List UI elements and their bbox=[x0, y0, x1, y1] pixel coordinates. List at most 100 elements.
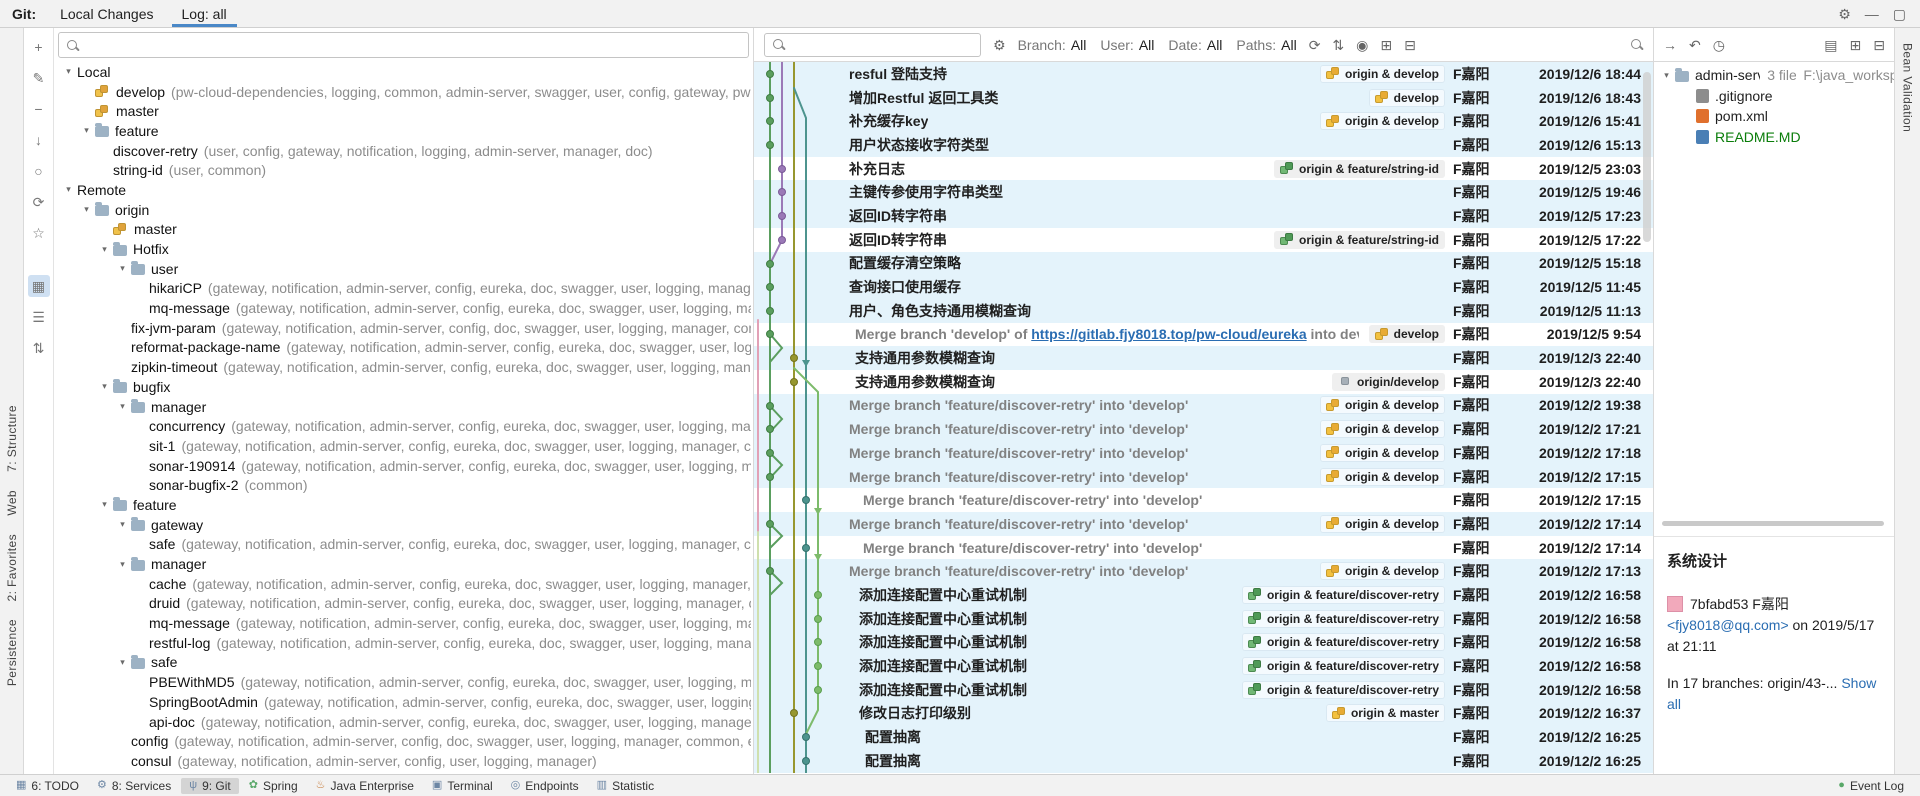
statusbar-item-9-git[interactable]: ψ9: Git bbox=[181, 778, 239, 794]
branch-row[interactable]: discover-retry(user, config, gateway, no… bbox=[54, 141, 753, 161]
expand-graph-icon[interactable]: ⊞ bbox=[1380, 38, 1392, 52]
changed-files-root-row[interactable]: ▾ admin-server 3 files F:\java_workspa..… bbox=[1654, 65, 1894, 86]
chevron-down-icon[interactable]: ▾ bbox=[114, 401, 131, 412]
branch-row[interactable]: string-id(user, common) bbox=[54, 160, 753, 180]
chevron-down-icon[interactable]: ▾ bbox=[114, 519, 131, 530]
chevron-down-icon[interactable]: ▾ bbox=[114, 263, 131, 274]
delete-icon[interactable]: − bbox=[28, 98, 50, 120]
commit-message-link[interactable]: https://gitlab.fjy8018.top/pw-cloud/eure… bbox=[1031, 326, 1306, 342]
scrollbar-thumb[interactable] bbox=[1643, 72, 1651, 242]
collapse-graph-icon[interactable]: ⊟ bbox=[1404, 38, 1416, 52]
commit-row[interactable]: 添加连接配置中心重试机制origin & feature/discover-re… bbox=[754, 631, 1653, 655]
branch-search-box[interactable] bbox=[58, 32, 749, 58]
branch-row[interactable]: restful-log(gateway, notification, admin… bbox=[54, 633, 753, 653]
chevron-down-icon[interactable]: ▾ bbox=[1658, 70, 1675, 81]
chevron-down-icon[interactable]: ▾ bbox=[96, 499, 113, 510]
chevron-down-icon[interactable]: ▾ bbox=[60, 184, 77, 195]
statusbar-item-terminal[interactable]: ▣Terminal bbox=[424, 778, 501, 794]
edit-icon[interactable]: ✎ bbox=[28, 67, 50, 89]
tool-window-button-persistence[interactable]: Persistence bbox=[5, 610, 19, 695]
checkout-icon[interactable]: ↓ bbox=[28, 129, 50, 151]
tool-window-button-2-favorites[interactable]: 2: Favorites bbox=[5, 525, 19, 611]
commit-row[interactable]: 补充日志origin & feature/string-idF嘉阳2019/12… bbox=[754, 157, 1653, 181]
branch-row[interactable]: ▾user bbox=[54, 259, 753, 279]
branch-row[interactable]: ▾manager bbox=[54, 554, 753, 574]
restore-icon[interactable]: ▢ bbox=[1893, 7, 1906, 21]
horizontal-scrollbar-thumb[interactable] bbox=[1662, 521, 1884, 526]
branch-row[interactable]: master bbox=[54, 101, 753, 121]
commit-row[interactable]: 补充缓存keyorigin & developF嘉阳2019/12/6 15:4… bbox=[754, 109, 1653, 133]
collapse-all-icon[interactable]: ⊟ bbox=[1873, 38, 1885, 52]
branch-row[interactable]: ▾gateway bbox=[54, 515, 753, 535]
commit-row[interactable]: 主键传参使用字符串类型F嘉阳2019/12/5 19:46 bbox=[754, 180, 1653, 204]
commit-row[interactable]: Merge branch 'feature/discover-retry' in… bbox=[754, 394, 1653, 418]
find-icon[interactable] bbox=[1630, 38, 1643, 51]
branch-row[interactable]: master bbox=[54, 220, 753, 240]
chevron-down-icon[interactable]: ▾ bbox=[78, 204, 95, 215]
expand-all-icon[interactable]: ⊞ bbox=[1850, 38, 1862, 52]
favorite-icon[interactable]: ☆ bbox=[28, 222, 50, 244]
commit-row[interactable]: Merge branch 'feature/discover-retry' in… bbox=[754, 512, 1653, 536]
branch-row[interactable]: mq-message(gateway, notification, admin-… bbox=[54, 298, 753, 318]
branch-row[interactable]: sonar-190914(gateway, notification, admi… bbox=[54, 456, 753, 476]
commit-row[interactable]: Merge branch 'develop' of https://gitlab… bbox=[754, 323, 1653, 347]
rollback-icon[interactable]: ↶ bbox=[1689, 38, 1701, 52]
branch-row[interactable]: ▾manager bbox=[54, 397, 753, 417]
commit-row[interactable]: 配置抽离F嘉阳2019/12/2 16:25 bbox=[754, 749, 1653, 773]
commit-row[interactable]: 用户状态接收字符类型F嘉阳2019/12/6 15:13 bbox=[754, 133, 1653, 157]
branch-row[interactable]: zipkin-timeout(gateway, notification, ad… bbox=[54, 357, 753, 377]
commit-author-email-link[interactable]: <fjy8018@qq.com> bbox=[1667, 617, 1789, 633]
commit-row[interactable]: 支持通用参数模糊查询F嘉阳2019/12/3 22:40 bbox=[754, 346, 1653, 370]
commit-row[interactable]: 添加连接配置中心重试机制origin & feature/discover-re… bbox=[754, 654, 1653, 678]
changed-file-row[interactable]: README.MD bbox=[1654, 127, 1894, 148]
branch-row[interactable]: mq-message(gateway, notification, admin-… bbox=[54, 613, 753, 633]
group-by-directory-icon[interactable]: ▦ bbox=[28, 275, 50, 297]
statusbar-item-8-services[interactable]: ⚙8: Services bbox=[89, 778, 179, 794]
commit-row[interactable]: 增加Restful 返回工具类developF嘉阳2019/12/6 18:43 bbox=[754, 86, 1653, 110]
commit-row[interactable]: 查询接口使用缓存F嘉阳2019/12/5 11:45 bbox=[754, 275, 1653, 299]
minimize-icon[interactable]: — bbox=[1865, 7, 1879, 21]
branch-row[interactable]: ▾origin bbox=[54, 200, 753, 220]
statusbar-item-java-enterprise[interactable]: ♨Java Enterprise bbox=[308, 778, 422, 794]
group-by-icon[interactable]: ▤ bbox=[1824, 38, 1837, 52]
commit-row[interactable]: Merge branch 'feature/discover-retry' in… bbox=[754, 559, 1653, 583]
refresh-icon[interactable]: ⟳ bbox=[28, 191, 50, 213]
search-icon[interactable]: ○ bbox=[28, 160, 50, 182]
filter-user[interactable]: User:All bbox=[1100, 37, 1154, 53]
branch-row[interactable]: ▾safe bbox=[54, 653, 753, 673]
settings-icon[interactable]: ⚙ bbox=[1838, 7, 1851, 21]
commit-row[interactable]: 配置缓存清空策略F嘉阳2019/12/5 15:18 bbox=[754, 252, 1653, 276]
branch-row[interactable]: PBEWithMD5(gateway, notification, admin-… bbox=[54, 672, 753, 692]
branch-row[interactable]: reformat-package-name(gateway, notificat… bbox=[54, 338, 753, 358]
commit-row[interactable]: 添加连接配置中心重试机制origin & feature/discover-re… bbox=[754, 607, 1653, 631]
commit-row[interactable]: 修改日志打印级别origin & masterF嘉阳2019/12/2 16:3… bbox=[754, 702, 1653, 726]
branch-row[interactable]: safe(gateway, notification, admin-server… bbox=[54, 535, 753, 555]
tool-window-button-bean-validation[interactable]: Bean Validation bbox=[1901, 34, 1915, 141]
chevron-down-icon[interactable]: ▾ bbox=[114, 657, 131, 668]
list-view-icon[interactable]: ☰ bbox=[28, 306, 50, 328]
commit-row[interactable]: 添加连接配置中心重试机制origin & feature/discover-re… bbox=[754, 678, 1653, 702]
long-edges-icon[interactable]: ◉ bbox=[1356, 38, 1368, 52]
commit-row[interactable]: resful 登陆支持origin & developF嘉阳2019/12/6 … bbox=[754, 62, 1653, 86]
branch-row[interactable]: sit-1(gateway, notification, admin-serve… bbox=[54, 436, 753, 456]
branch-row[interactable]: fix-jvm-param(gateway, notification, adm… bbox=[54, 318, 753, 338]
branch-row[interactable]: consul(gateway, notification, admin-serv… bbox=[54, 751, 753, 771]
filter-paths[interactable]: Paths:All bbox=[1236, 37, 1296, 53]
branch-row[interactable]: ▾bugfix bbox=[54, 377, 753, 397]
commit-row[interactable]: Merge branch 'feature/discover-retry' in… bbox=[754, 417, 1653, 441]
search-settings-icon[interactable]: ⚙ bbox=[993, 38, 1006, 52]
branch-row[interactable]: config(gateway, notification, admin-serv… bbox=[54, 731, 753, 751]
commit-row[interactable]: 用户、角色支持通用模糊查询F嘉阳2019/12/5 11:13 bbox=[754, 299, 1653, 323]
branch-row[interactable]: concurrency(gateway, notification, admin… bbox=[54, 416, 753, 436]
changed-file-row[interactable]: pom.xml bbox=[1654, 106, 1894, 127]
tab-local-changes[interactable]: Local Changes bbox=[46, 0, 167, 27]
add-icon[interactable]: + bbox=[28, 36, 50, 58]
branch-row[interactable]: sonar-bugfix-2(common) bbox=[54, 475, 753, 495]
chevron-down-icon[interactable]: ▾ bbox=[114, 559, 131, 570]
chevron-down-icon[interactable]: ▾ bbox=[96, 244, 113, 255]
commit-row[interactable]: Merge branch 'feature/discover-retry' in… bbox=[754, 536, 1653, 560]
branch-row[interactable]: ▾feature bbox=[54, 495, 753, 515]
statusbar-item-statistic[interactable]: ▥Statistic bbox=[589, 778, 662, 794]
branch-row[interactable]: SpringBootAdmin(gateway, notification, a… bbox=[54, 692, 753, 712]
commit-row[interactable]: Merge branch 'feature/discover-retry' in… bbox=[754, 441, 1653, 465]
